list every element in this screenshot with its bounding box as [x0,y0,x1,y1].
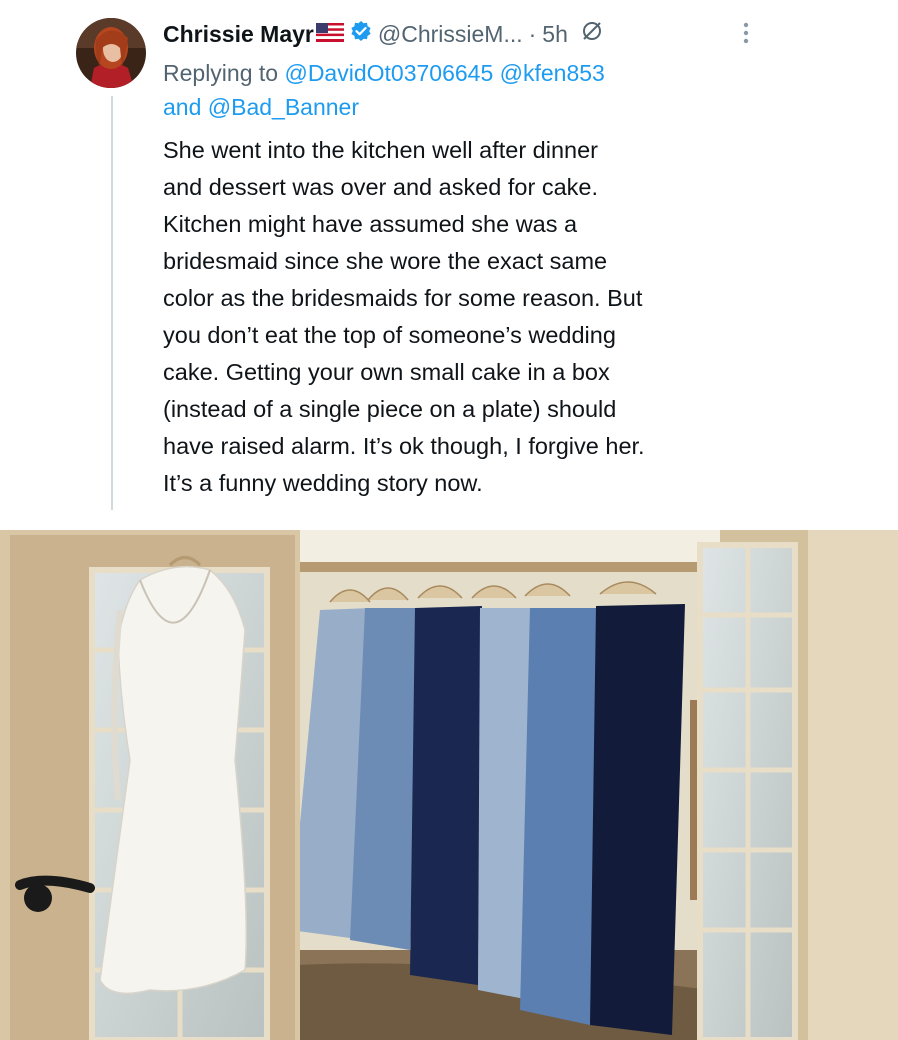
tweet-text-line: have raised alarm. It’s ok though, I for… [163,433,645,459]
reply-context: Replying to @DavidOt03706645 @kfen853 an… [163,56,783,124]
tweet-text-line: and dessert was over and asked for cake. [163,174,598,200]
tweet-text-line: She went into the kitchen well after din… [163,137,599,163]
tweet-text-line: It’s a funny wedding story now. [163,470,483,496]
tweet-text-line: you don’t eat the top of someone’s weddi… [163,322,616,348]
avatar[interactable] [76,18,146,88]
tweet-text-line: Kitchen might have assumed she was a [163,211,578,237]
tweet-text-line: cake. Getting your own small cake in a b… [163,359,610,385]
mention-link[interactable]: @Bad_Banner [208,94,359,120]
mention-link[interactable]: @kfen853 [500,60,605,86]
tweet[interactable]: Chrissie Mayr @ChrissieM... · 5h Replyin… [0,0,898,528]
mention-conjunction: and [163,94,202,120]
reply-prefix: Replying to [163,60,279,86]
tweet-text: She went into the kitchen well after din… [163,132,803,502]
tweet-text-line: (instead of a single piece on a plate) s… [163,396,617,422]
tweet-text-line: bridesmaid since she wore the exact same [163,248,608,274]
author-name[interactable]: Chrissie Mayr [163,21,314,48]
tweet-header: Chrissie Mayr @ChrissieM... · 5h [163,18,604,50]
thread-line [111,96,113,510]
mention-link[interactable]: @DavidOt03706645 [284,60,493,86]
verified-badge-icon [350,20,372,48]
separator-dot: · [528,20,537,47]
author-handle[interactable]: @ChrissieM... [378,21,523,48]
tweet-text-line: color as the bridesmaids for some reason… [163,285,643,311]
more-options-icon[interactable] [736,20,756,51]
timestamp[interactable]: 5h [542,21,568,48]
attached-photo[interactable] [0,530,898,1040]
us-flag-icon [315,21,344,48]
slashed-circle-icon [580,19,604,49]
